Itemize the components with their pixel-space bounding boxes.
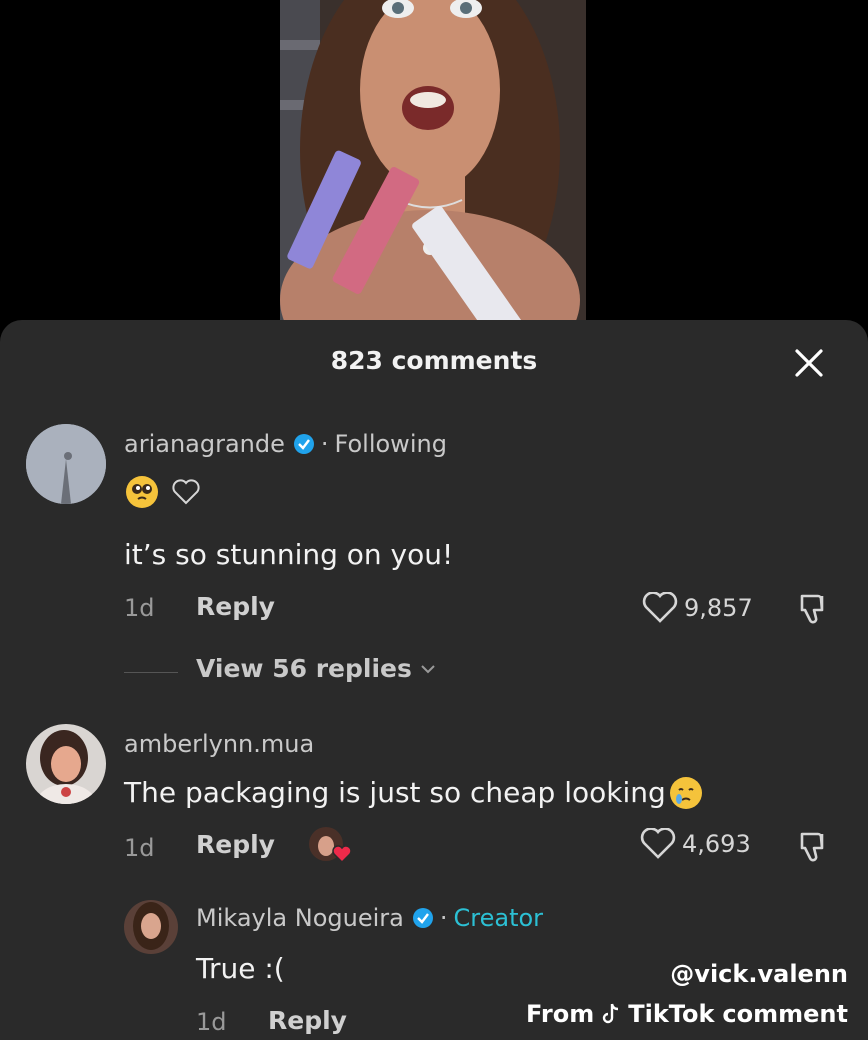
following-label: Following — [334, 430, 447, 458]
watermark-source: From TikTok comment — [526, 1000, 848, 1028]
comment-text: it’s so stunning on you! — [124, 538, 454, 571]
comment-text: True :( — [196, 952, 285, 985]
comment-time: 1d — [124, 594, 155, 622]
reply-button[interactable]: Reply — [196, 592, 275, 621]
reply-button[interactable]: Reply — [268, 1006, 347, 1035]
crying-face-emoji — [669, 776, 702, 809]
avatar-image — [124, 900, 178, 954]
comment-text-row: The packaging is just so cheap looking — [124, 776, 702, 809]
avatar[interactable] — [26, 424, 106, 504]
separator-dot: · — [320, 430, 329, 458]
pleading-face-emoji — [126, 476, 158, 508]
heart-outline-icon — [642, 592, 678, 623]
comment-text: The packaging is just so cheap looking — [124, 776, 666, 809]
creator-badge: Creator — [453, 904, 544, 932]
avatar[interactable] — [26, 724, 106, 804]
video-thumbnail[interactable] — [280, 0, 586, 320]
verified-badge-icon — [412, 908, 433, 928]
heart-outline-icon[interactable] — [172, 479, 200, 505]
watermark-handle: @vick.valenn — [670, 960, 848, 988]
comment-author[interactable]: amberlynn.mua — [124, 730, 314, 758]
like-button[interactable]: 9,857 — [642, 592, 753, 624]
view-replies-button[interactable]: View 56 replies — [196, 654, 438, 683]
comments-sheet: 823 comments arianagrande · Following it… — [0, 320, 868, 1040]
like-button[interactable]: 4,693 — [640, 828, 751, 860]
comments-count-title: 823 comments — [330, 346, 538, 375]
verified-badge-icon — [293, 434, 314, 454]
avatar-image — [26, 424, 106, 504]
avatar-image — [26, 724, 106, 804]
divider-line — [124, 672, 178, 673]
dislike-icon[interactable] — [794, 590, 830, 626]
comment-time: 1d — [124, 834, 155, 862]
comment-time: 1d — [196, 1008, 227, 1036]
heart-outline-icon — [640, 828, 676, 859]
username[interactable]: amberlynn.mua — [124, 730, 314, 758]
dislike-icon[interactable] — [794, 828, 830, 864]
creator-liked-badge — [308, 826, 352, 864]
chevron-down-icon — [421, 664, 435, 673]
comment-author[interactable]: Mikayla Nogueira · Creator — [196, 904, 543, 932]
reaction-row — [126, 476, 200, 508]
tiktok-logo-icon — [603, 1003, 619, 1024]
like-count: 4,693 — [682, 830, 751, 858]
watermark-prefix: From — [526, 1000, 595, 1028]
video-frame-illustration — [280, 0, 586, 320]
like-count: 9,857 — [684, 594, 753, 622]
watermark-suffix: comment — [722, 1000, 848, 1028]
username[interactable]: Mikayla Nogueira — [196, 904, 404, 932]
reply-button[interactable]: Reply — [196, 830, 275, 859]
separator-dot: · — [439, 904, 448, 932]
creator-avatar-with-heart-icon — [309, 827, 352, 864]
close-icon[interactable] — [792, 346, 826, 380]
username[interactable]: arianagrande — [124, 430, 285, 458]
watermark-brand: TikTok — [628, 1000, 715, 1028]
view-replies-label: View 56 replies — [196, 654, 412, 683]
comment-author[interactable]: arianagrande · Following — [124, 430, 447, 458]
avatar[interactable] — [124, 900, 178, 954]
